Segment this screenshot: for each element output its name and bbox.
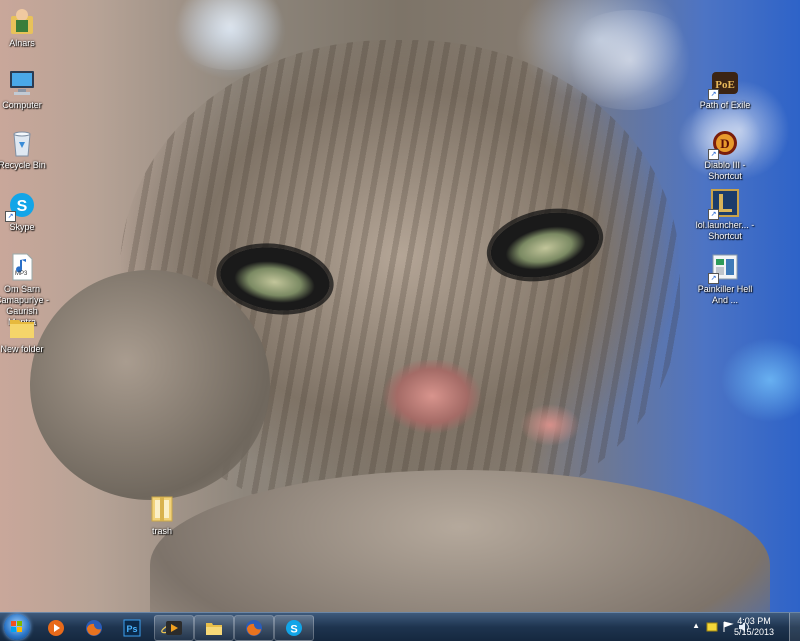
windows-logo-icon — [11, 621, 23, 633]
desktop-icon-label: Computer — [2, 100, 42, 110]
desktop-icon-painkiller[interactable]: ↗ Painkiller Hell And ... — [695, 252, 755, 306]
diablo-logo-text: D — [720, 136, 729, 151]
clock-time: 4:03 PM — [737, 616, 771, 626]
firefox-icon — [86, 620, 102, 636]
photoshop-icon: Ps — [123, 619, 141, 637]
cat-nose — [382, 360, 482, 440]
mp3-file-icon: MP3 — [7, 252, 37, 282]
taskbar: Ps e S ▲ 4:03 PM 5/15/2013 — [0, 612, 800, 641]
skype-icon: S — [286, 620, 302, 636]
folder-icon — [7, 312, 37, 342]
shortcut-arrow-icon: ↗ — [708, 273, 719, 284]
desktop-icon-label: Alnars — [9, 38, 35, 48]
photoshop-glyph: Ps — [126, 624, 137, 634]
desktop-icon-label: lol.launcher... - Shortcut — [695, 220, 755, 241]
clock-date: 5/15/2013 — [733, 627, 775, 637]
skype-glyph: S — [290, 624, 297, 636]
show-desktop-button[interactable] — [789, 613, 800, 641]
notification-icon[interactable] — [706, 621, 718, 633]
taskbar-file-explorer-button[interactable] — [194, 615, 234, 641]
shortcut-arrow-icon: ↗ — [708, 149, 719, 160]
shortcut-arrow-icon: ↗ — [708, 209, 719, 220]
path-of-exile-icon: PoE ↗ — [708, 68, 740, 100]
cat-paw — [150, 470, 770, 612]
desktop-icon-diablo[interactable]: D ↗ Diablo III - Shortcut — [695, 128, 755, 182]
taskbar-skype-button[interactable]: S — [274, 615, 314, 641]
desktop-icon-path-of-exile[interactable]: PoE ↗ Path of Exile — [695, 68, 755, 111]
media-player-active-icon — [166, 621, 182, 635]
desktop-icon-label: Skype — [9, 222, 35, 232]
media-player-icon — [48, 620, 64, 636]
desktop-icon-trash-folder[interactable]: trash — [132, 494, 192, 537]
league-of-legends-icon: ↗ — [708, 188, 740, 220]
desktop-icon-label: New folder — [0, 344, 44, 354]
computer-icon — [7, 68, 37, 98]
taskbar-clock[interactable]: 4:03 PM 5/15/2013 — [722, 616, 786, 638]
desktop-icon-label: Painkiller Hell And ... — [697, 284, 753, 305]
user-folder-icon — [7, 6, 37, 36]
desktop-icon-skype[interactable]: S ↗ Skype — [0, 190, 52, 233]
shortcut-arrow-icon: ↗ — [5, 211, 16, 222]
skype-icon: S ↗ — [5, 190, 37, 222]
desktop-icon-computer[interactable]: Computer — [0, 68, 52, 111]
svg-text:S: S — [17, 198, 28, 215]
mp3-badge: MP3 — [15, 271, 28, 277]
taskbar-media-player-button[interactable] — [36, 615, 76, 641]
desktop-icon-label: Diablo III - Shortcut — [704, 160, 746, 181]
taskbar-media-player-active-button[interactable] — [154, 615, 194, 641]
diablo-icon: D ↗ — [708, 128, 740, 160]
start-button[interactable] — [4, 614, 30, 640]
taskbar-photoshop-button[interactable]: Ps — [112, 615, 152, 641]
folder-icon — [147, 494, 177, 524]
taskbar-firefox-button[interactable] — [74, 615, 114, 641]
desktop-icon-new-folder[interactable]: New folder — [0, 312, 52, 355]
desktop-icon-label: Path of Exile — [699, 100, 751, 110]
desktop-icon-recycle-bin[interactable]: Recycle Bin — [0, 128, 52, 171]
taskbar-firefox-active-button[interactable] — [234, 615, 274, 641]
show-hidden-icons-arrow[interactable]: ▲ — [692, 621, 700, 630]
desktop-wallpaper — [0, 0, 800, 612]
file-explorer-icon — [206, 623, 222, 635]
bokeh-light — [170, 0, 290, 70]
firefox-active-icon — [246, 620, 262, 636]
desktop-icon-label: Recycle Bin — [0, 160, 46, 170]
shortcut-arrow-icon: ↗ — [708, 89, 719, 100]
cat-paw — [30, 270, 270, 500]
desktop-icon-lol-launcher[interactable]: ↗ lol.launcher... - Shortcut — [695, 188, 755, 242]
painkiller-icon: ↗ — [708, 252, 740, 284]
desktop-icon-user[interactable]: Alnars — [0, 6, 52, 49]
recycle-bin-icon — [7, 128, 37, 158]
desktop-icon-label: trash — [151, 526, 172, 536]
